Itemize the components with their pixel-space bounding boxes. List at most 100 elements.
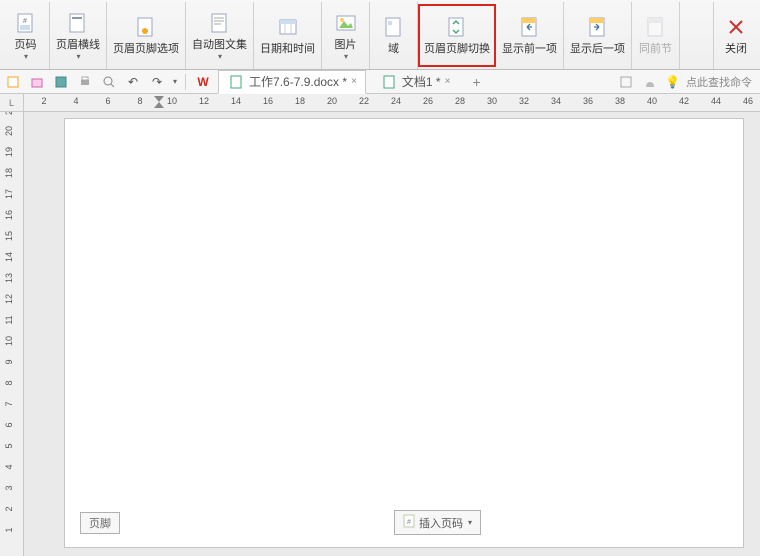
svg-text:#: # bbox=[23, 18, 27, 25]
page[interactable] bbox=[64, 118, 744, 548]
insert-pn-label: 插入页码 bbox=[419, 515, 463, 531]
close-label: 关闭 bbox=[725, 43, 747, 56]
show-prev-icon bbox=[518, 15, 542, 39]
ruler-tick: 44 bbox=[706, 96, 726, 106]
skin-icon[interactable] bbox=[617, 73, 635, 91]
show-prev-button[interactable]: 显示前一项 bbox=[496, 2, 564, 69]
same-prev-button: 同前节 bbox=[632, 2, 680, 69]
hf-options-label: 页眉页脚选项 bbox=[113, 43, 179, 56]
ruler-tick: 7 bbox=[4, 394, 14, 414]
redo-icon[interactable]: ↷ bbox=[148, 73, 166, 91]
ruler-tick: 4 bbox=[66, 96, 86, 106]
new-icon[interactable] bbox=[4, 73, 22, 91]
hf-switch-button[interactable]: 页眉页脚切换 bbox=[418, 4, 496, 67]
footer-label: 页脚 bbox=[89, 518, 111, 530]
header-line-button[interactable]: 页眉横线▾ bbox=[50, 2, 107, 69]
save-icon[interactable] bbox=[52, 73, 70, 91]
ruler-tick: 20 bbox=[4, 121, 14, 141]
svg-text:#: # bbox=[407, 519, 411, 526]
header-line-icon bbox=[66, 11, 90, 35]
print-icon[interactable] bbox=[76, 73, 94, 91]
ruler-tick: 26 bbox=[418, 96, 438, 106]
open-icon[interactable] bbox=[28, 73, 46, 91]
ruler-tick: 14 bbox=[4, 247, 14, 267]
ruler-tick: 5 bbox=[4, 436, 14, 456]
ruler-tick: 14 bbox=[226, 96, 246, 106]
horizontal-ruler[interactable]: 2468101214161820222426283032343638404244… bbox=[24, 94, 760, 112]
ruler-corner: L bbox=[0, 94, 24, 112]
ruler-tick: 16 bbox=[4, 205, 14, 225]
ruler-tick: 38 bbox=[610, 96, 630, 106]
ruler-tick: 22 bbox=[354, 96, 374, 106]
date-time-label: 日期和时间 bbox=[260, 43, 315, 56]
tab-doc1-label: 工作7.6-7.9.docx * bbox=[249, 73, 347, 90]
page-number-label: 页码 bbox=[15, 39, 37, 52]
tab-close-icon[interactable]: × bbox=[445, 76, 451, 87]
ruler-tick: 32 bbox=[514, 96, 534, 106]
wps-logo-icon[interactable]: W bbox=[194, 73, 212, 91]
field-button[interactable]: 域 bbox=[370, 2, 418, 69]
hf-options-icon bbox=[134, 15, 158, 39]
page-number-button[interactable]: # 页码▾ bbox=[2, 2, 50, 69]
ruler-tick: 2 bbox=[4, 499, 14, 519]
ruler-tick: 28 bbox=[450, 96, 470, 106]
dropdown-icon: ▾ bbox=[344, 52, 348, 61]
close-button[interactable]: 关闭 bbox=[713, 2, 758, 69]
ruler-tick: 2 bbox=[34, 96, 54, 106]
show-prev-label: 显示前一项 bbox=[502, 43, 557, 56]
ruler-tick: 17 bbox=[4, 184, 14, 204]
hf-switch-icon bbox=[445, 15, 469, 39]
tab-doc2-label: 文档1 * bbox=[402, 73, 441, 90]
picture-button[interactable]: 图片▾ bbox=[322, 2, 370, 69]
command-hint[interactable]: 点此查找命令 bbox=[686, 74, 752, 90]
page-number-icon: # bbox=[14, 11, 38, 35]
date-time-button[interactable]: 日期和时间 bbox=[254, 2, 322, 69]
ruler-tick: 4 bbox=[4, 457, 14, 477]
show-next-button[interactable]: 显示后一项 bbox=[564, 2, 632, 69]
ruler-tick: 24 bbox=[386, 96, 406, 106]
same-prev-icon bbox=[644, 15, 668, 39]
undo-icon[interactable]: ↶ bbox=[124, 73, 142, 91]
date-time-icon bbox=[276, 15, 300, 39]
ruler-tick: 3 bbox=[4, 478, 14, 498]
same-prev-label: 同前节 bbox=[639, 43, 672, 56]
quick-access-bar: ↶ ↷ ▾ W 工作7.6-7.9.docx * × 文档1 * × + 💡 点… bbox=[0, 70, 760, 94]
insert-page-number-button[interactable]: # 插入页码 ▾ bbox=[394, 510, 481, 535]
header-line-label: 页眉横线 bbox=[56, 39, 100, 52]
ruler-tick: 30 bbox=[482, 96, 502, 106]
tab-close-icon[interactable]: × bbox=[351, 76, 357, 87]
vertical-ruler[interactable]: 212019181716151413121110987654321 bbox=[0, 112, 24, 556]
dropdown-icon: ▾ bbox=[468, 518, 472, 527]
ruler-tick: 19 bbox=[4, 142, 14, 162]
ruler-tick: 16 bbox=[258, 96, 278, 106]
show-next-label: 显示后一项 bbox=[570, 43, 625, 56]
new-tab-button[interactable]: + bbox=[464, 74, 488, 90]
ribbon-toolbar: # 页码▾ 页眉横线▾ 页眉页脚选项 自动图文集▾ 日期和时间 图片▾ bbox=[0, 0, 760, 70]
ruler-tick: 15 bbox=[4, 226, 14, 246]
close-icon bbox=[724, 15, 748, 39]
document-area: 页脚 # 插入页码 ▾ bbox=[24, 112, 760, 556]
ruler-tick: 18 bbox=[290, 96, 310, 106]
hf-switch-label: 页眉页脚切换 bbox=[424, 43, 490, 56]
hf-options-button[interactable]: 页眉页脚选项 bbox=[107, 2, 186, 69]
ruler-tick: 18 bbox=[4, 163, 14, 183]
qat-dropdown-icon[interactable]: ▾ bbox=[173, 77, 177, 86]
ruler-tick: 8 bbox=[4, 373, 14, 393]
preview-icon[interactable] bbox=[100, 73, 118, 91]
field-icon bbox=[382, 15, 406, 39]
auto-gallery-label: 自动图文集 bbox=[192, 39, 247, 52]
show-next-icon bbox=[586, 15, 610, 39]
member-icon[interactable] bbox=[641, 73, 659, 91]
ruler-tick: 21 bbox=[4, 112, 14, 120]
ruler-tick: 6 bbox=[4, 415, 14, 435]
picture-icon bbox=[334, 11, 358, 35]
ruler-tick: 34 bbox=[546, 96, 566, 106]
tab-doc1[interactable]: 工作7.6-7.9.docx * × bbox=[218, 70, 366, 94]
dropdown-icon: ▾ bbox=[76, 52, 80, 61]
auto-gallery-button[interactable]: 自动图文集▾ bbox=[186, 2, 254, 69]
ruler-tick: 1 bbox=[4, 520, 14, 540]
ruler-tick: 12 bbox=[194, 96, 214, 106]
footer-section-tag[interactable]: 页脚 bbox=[80, 512, 120, 534]
tab-doc2[interactable]: 文档1 * × bbox=[372, 71, 459, 93]
ruler-tick: 36 bbox=[578, 96, 598, 106]
